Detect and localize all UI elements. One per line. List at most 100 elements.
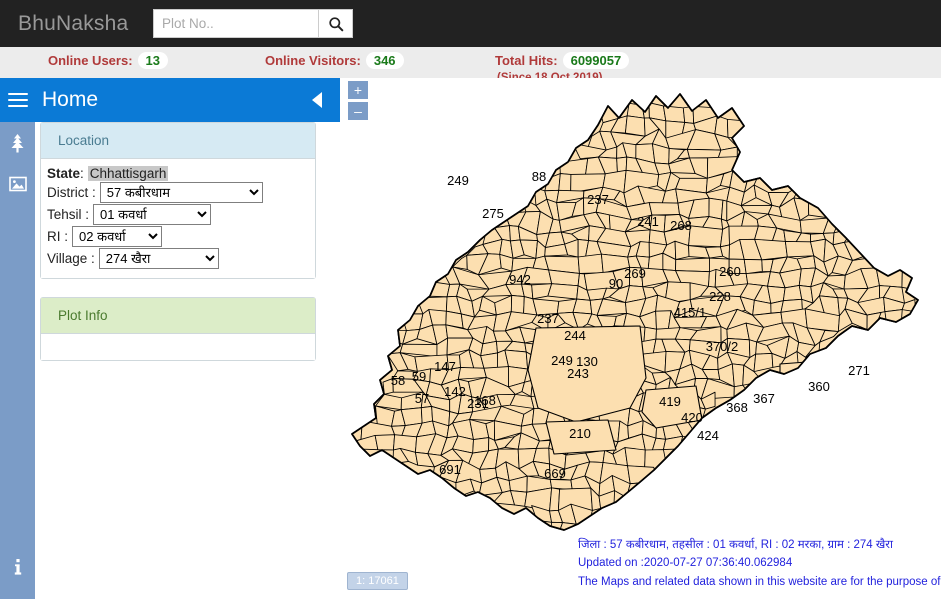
plot-label: 237 [537,311,559,326]
parcel[interactable] [400,407,423,426]
plot-label: 691 [439,462,461,477]
parcel[interactable] [675,257,710,273]
parcel[interactable] [558,173,572,194]
location-panel: Location State: Chhattisgarh District : … [40,122,316,279]
ri-row: RI : 02 कवर्धा [47,226,315,247]
plot-label: 420 [681,410,703,425]
zoom-in-button[interactable]: + [348,81,368,99]
parcel[interactable] [374,434,396,451]
plot-label: 269 [624,266,646,281]
plot-label: 244 [564,328,586,343]
plot-label: 57 [415,391,429,406]
total-hits-stat: Total Hits: 6099057 [495,52,630,69]
caret-left-icon[interactable] [312,92,322,108]
online-visitors-stat: Online Visitors: 346 [265,52,404,69]
plot-label: 237 [587,192,609,207]
icon-rail [0,78,35,599]
brand-logo: BhuNaksha [18,11,129,35]
parcel[interactable] [457,366,487,380]
map-zoom-controls: + – [348,81,368,123]
online-users-value: 13 [137,52,168,69]
stats-bar: Online Users: 13 Online Visitors: 346 Tota… [0,47,941,78]
online-users-stat: Online Users: 13 [48,52,168,69]
plot-label: 241 [637,214,659,229]
parcel[interactable] [547,283,579,300]
plot-label: 424 [697,428,719,443]
plot-label: 59 [412,369,426,384]
plot-info-panel-body [41,334,315,360]
parcel-mesh [352,101,918,530]
page-title: Home [42,88,99,111]
zoom-out-button[interactable]: – [348,102,368,120]
plot-label: 210 [569,426,591,441]
plot-label: 249 [447,173,469,188]
parcel[interactable] [572,298,593,315]
plot-label: 58 [391,373,405,388]
plot-label: 147 [434,359,456,374]
plot-label: 168 [474,393,496,408]
scale-indicator: 1: 17061 [347,572,408,590]
map-footnote-location: जिला : 57 कबीरधाम, तहसील : 01 कवर्धा, RI… [578,539,893,551]
info-icon[interactable] [0,550,35,584]
parcel[interactable] [420,406,433,424]
plot-label: 142 [444,384,466,399]
state-label: State: [47,166,84,181]
parcel-layer [351,93,919,531]
search-button[interactable] [318,9,353,38]
search-icon [328,16,344,32]
parcel[interactable] [577,253,604,274]
online-visitors-label: Online Visitors: [265,53,361,68]
hamburger-icon[interactable] [8,89,28,111]
plot-label: 90 [609,276,623,291]
parcel[interactable] [731,363,745,388]
parcel[interactable] [624,115,646,137]
district-row: District : 57 कबीरधाम [47,182,315,203]
parcel[interactable] [682,105,695,124]
sidebar-panels: Location State: Chhattisgarh District : … [40,122,316,361]
ri-label: RI : [47,229,69,244]
plot-label: 419 [659,394,681,409]
parcel[interactable] [688,225,724,248]
state-row: State: Chhattisgarh [47,166,315,181]
plot-label: 243 [567,366,589,381]
parcel[interactable] [708,197,724,220]
image-icon[interactable] [0,167,35,201]
plot-label: 368 [726,400,748,415]
parcel[interactable] [743,259,763,275]
village-label: Village : [47,251,95,266]
location-panel-body: State: Chhattisgarh District : 57 कबीरधा… [41,159,315,278]
home-header-bar: Home [0,78,340,122]
plot-info-panel-header: Plot Info [41,298,315,334]
plot-label: 268 [670,218,692,233]
tehsil-label: Tehsil : [47,207,90,222]
online-users-label: Online Users: [48,53,133,68]
ri-select[interactable]: 02 कवर्धा [72,226,163,247]
parcel[interactable] [549,487,561,512]
plot-label: 228 [709,289,731,304]
tree-icon[interactable] [0,126,35,160]
map-footnote-disclaimer: The Maps and related data shown in this … [578,576,941,588]
total-hits-label: Total Hits: [495,53,558,68]
online-visitors-value: 346 [365,52,404,69]
search-input[interactable] [153,9,318,38]
total-hits-value: 6099057 [562,52,630,69]
state-value: Chhattisgarh [87,166,169,181]
tehsil-select[interactable]: 01 कवर्धा [93,204,212,225]
parcel[interactable] [662,105,686,123]
map-canvas[interactable]: 275 249 88 268 269 260 90 942 249 147 59 58 57 142 231… [340,78,941,599]
top-navbar: BhuNaksha [0,0,941,47]
plot-label: 370/2 [706,339,739,354]
map-footnote-updated: Updated on :2020-07-27 07:36:40.062984 [578,557,793,569]
plot-label: 260 [719,264,741,279]
plot-label: 415/1 [674,305,707,320]
state-label-sep: : [80,166,84,181]
district-select[interactable]: 57 कबीरधाम [99,182,263,203]
plot-label: 942 [509,272,531,287]
parcel[interactable] [708,268,717,288]
village-select[interactable]: 274 खैरा [98,248,219,269]
parcel[interactable] [782,285,803,302]
cadastral-map-svg: 275249 88268269 26090942249147595857 142231… [351,93,919,531]
plot-label: 88 [532,169,546,184]
parcel[interactable] [784,241,815,258]
plot-label: 669 [544,466,566,481]
